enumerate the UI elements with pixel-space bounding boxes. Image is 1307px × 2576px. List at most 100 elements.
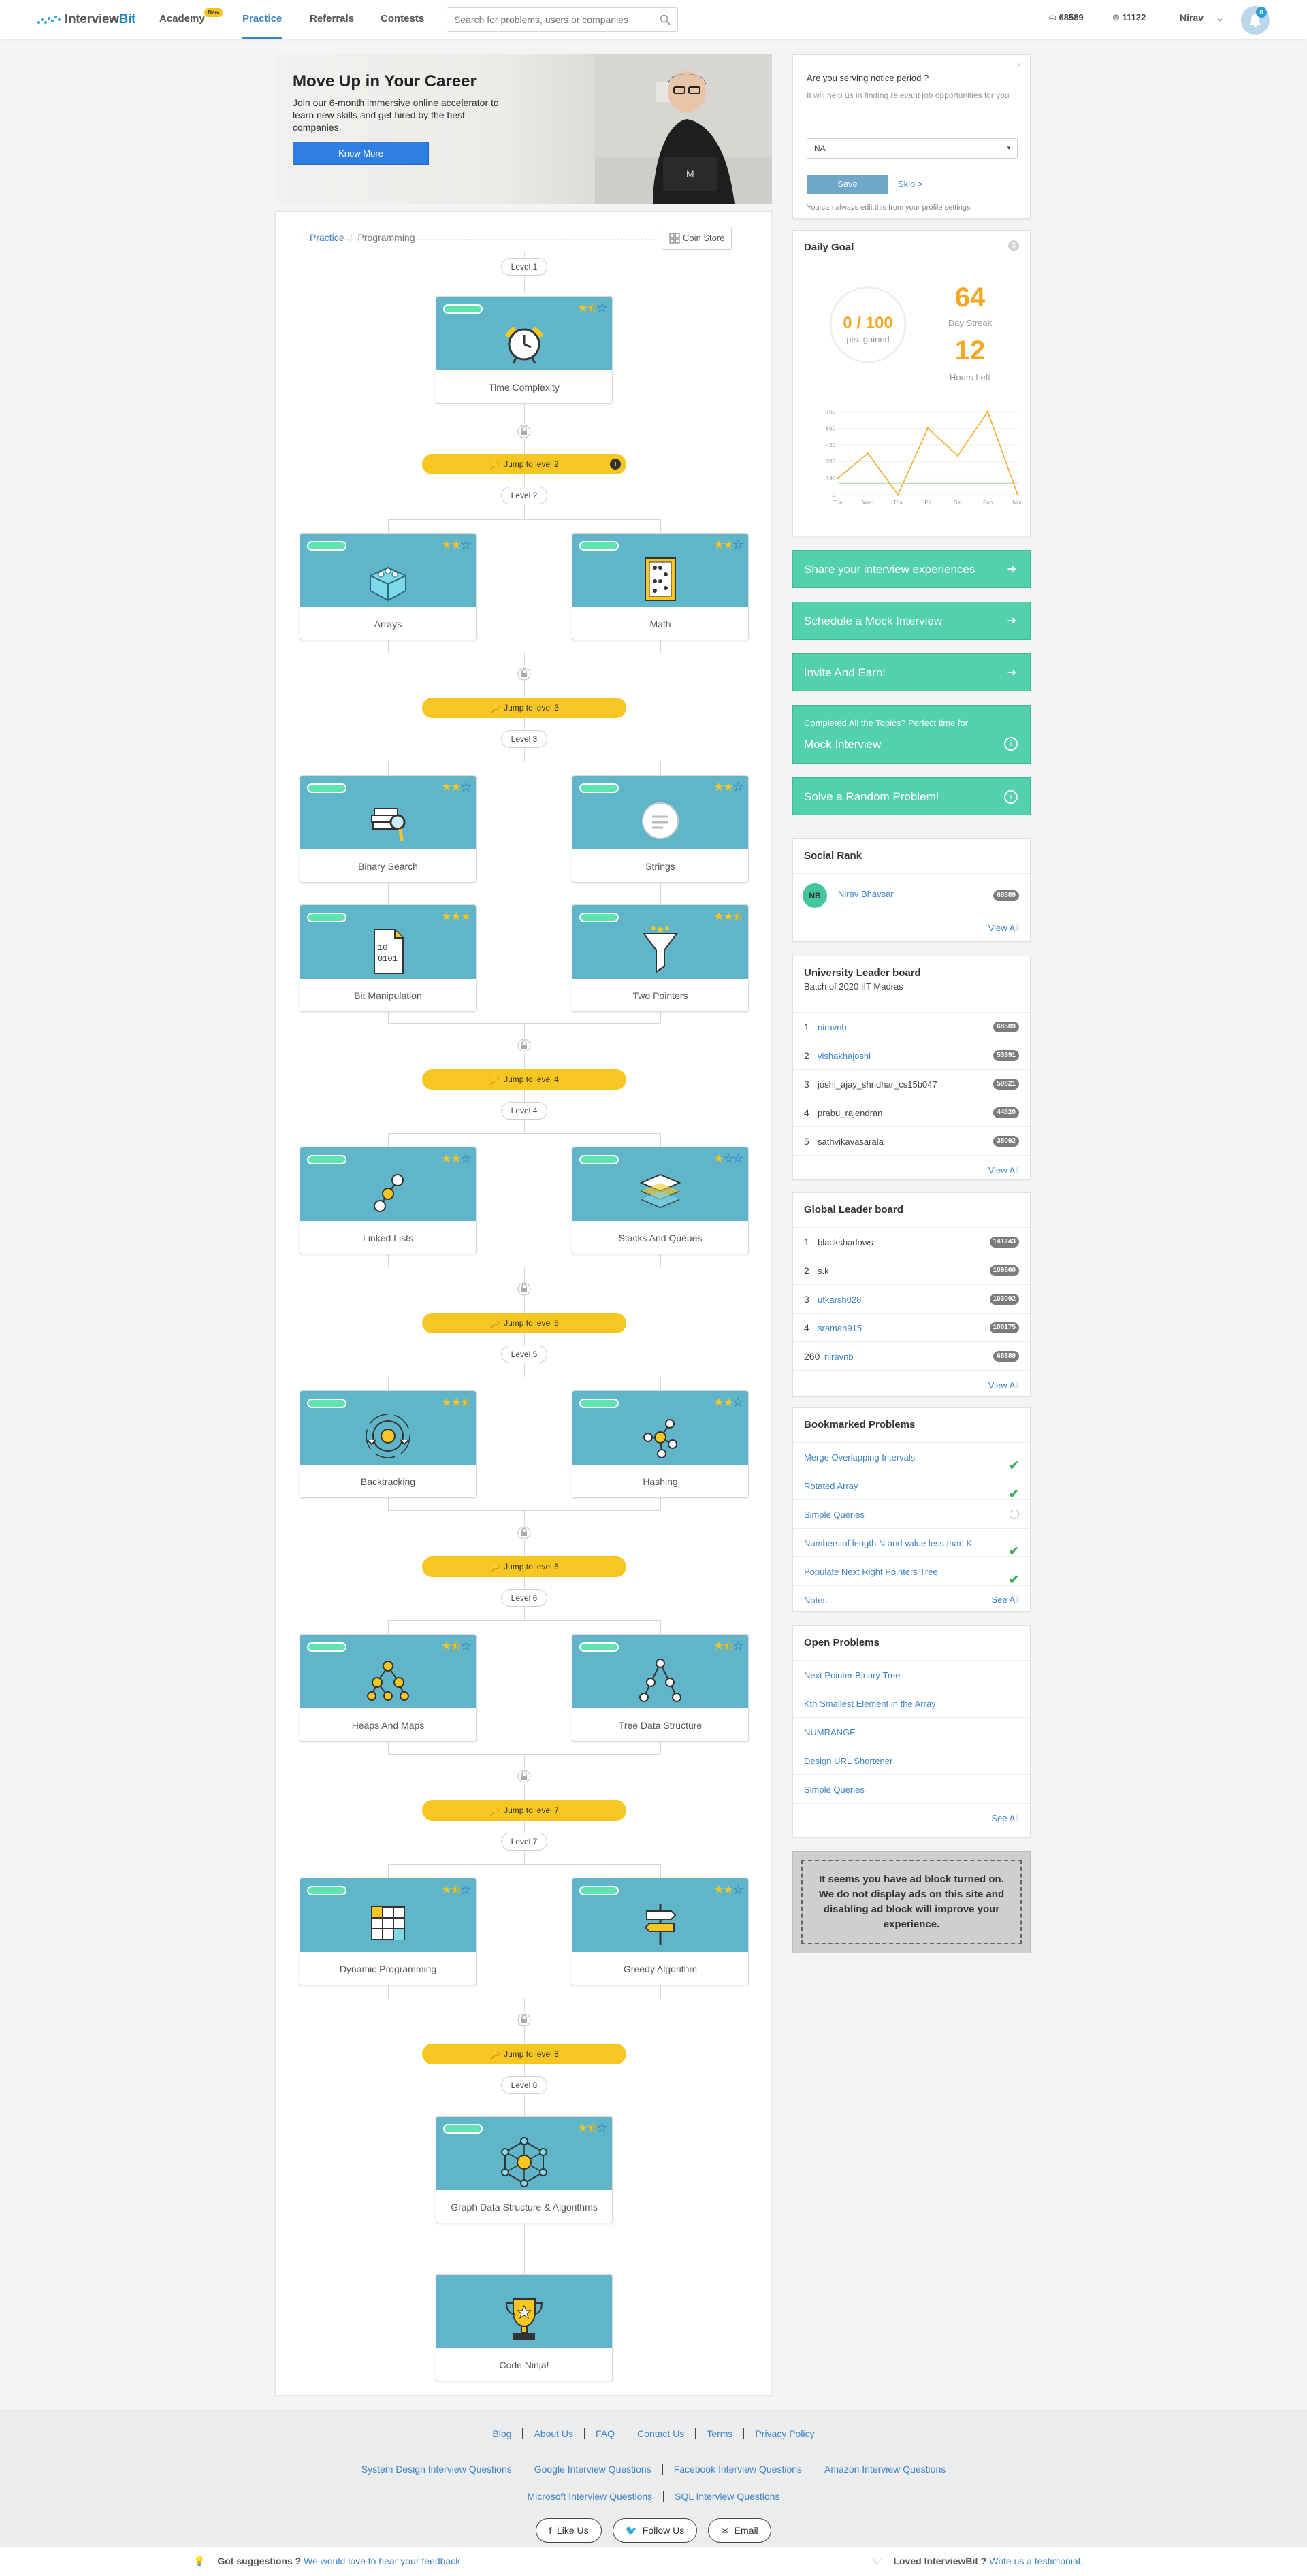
topic-card-dynamic-programming[interactable]: ★★★ Dynamic Programming	[300, 1878, 477, 1985]
topic-card-time-complexity[interactable]: ★★★ Time Complexity	[436, 296, 613, 404]
topic-card-graph-algorithms[interactable]: ★★★ Graph Data Structure & Algorithms	[436, 2116, 613, 2223]
open-problem-link[interactable]: Simple Queries	[804, 1784, 865, 1795]
bookmark-item: Merge Overlapping Intervals ✔	[793, 1442, 1030, 1472]
invite-earn-button[interactable]: Invite And Earn! ➔	[792, 653, 1031, 691]
footer-link[interactable]: Privacy Policy	[744, 2428, 825, 2439]
search-icon[interactable]	[660, 14, 671, 25]
close-icon[interactable]: ×	[1016, 59, 1022, 70]
points-badge: 50821	[993, 1079, 1019, 1090]
jump-to-level-button[interactable]: 🔑 Jump to level 2i	[422, 454, 626, 474]
bookmark-link[interactable]: Populate Next Right Pointers Tree	[804, 1567, 938, 1577]
bookmark-link[interactable]: Rotated Array	[804, 1481, 858, 1491]
settings-icon[interactable]: ⚙	[1008, 240, 1019, 251]
jump-to-level-button[interactable]: 🔑 Jump to level 7	[422, 1800, 626, 1821]
open-problem-link[interactable]: Design URL Shortener	[804, 1756, 892, 1766]
view-all-link[interactable]: View All	[988, 923, 1019, 933]
logo[interactable]: InterviewBit	[37, 12, 135, 27]
share-experience-button[interactable]: Share your interview experiences ➔	[792, 550, 1031, 588]
topic-card-strings[interactable]: ★★★ Strings	[572, 775, 749, 883]
footer-link[interactable]: System Design Interview Questions	[350, 2464, 523, 2475]
new-badge: New	[204, 8, 223, 17]
jump-to-level-button[interactable]: 🔑 Jump to level 5	[422, 1313, 626, 1333]
random-problem-button[interactable]: Solve a Random Problem! i	[792, 777, 1031, 815]
open-problem-link[interactable]: Kth Smallest Element in the Array	[804, 1699, 936, 1709]
save-button[interactable]: Save	[807, 175, 888, 194]
open-problem-item: Next Pointer Binary Tree	[793, 1660, 1030, 1689]
search-input[interactable]	[447, 8, 651, 31]
rank-number: 4	[804, 1322, 809, 1333]
footer-link[interactable]: Google Interview Questions	[523, 2464, 663, 2475]
view-all-link[interactable]: View All	[988, 1380, 1019, 1390]
leaderboard-user[interactable]: utkarsh028	[818, 1294, 861, 1305]
nav-practice[interactable]: Practice	[242, 0, 283, 39]
x-tick-label: Fri	[924, 500, 931, 506]
leaderboard-row: 2 vishakhajoshi 53991	[793, 1041, 1030, 1069]
topic-card-tree-data-structure[interactable]: ★★★ Tree Data Structure	[572, 1634, 749, 1742]
bookmark-link[interactable]: Merge Overlapping Intervals	[804, 1452, 915, 1463]
footer-link[interactable]: Facebook Interview Questions	[662, 2464, 814, 2475]
like-us-button[interactable]: f Like Us	[536, 2518, 602, 2543]
follow-us-button[interactable]: 🐦 Follow Us	[612, 2518, 698, 2543]
arrow-right-icon: ➔	[1007, 615, 1016, 627]
footer-link[interactable]: Blog	[481, 2428, 523, 2439]
topic-card-heaps-and-maps[interactable]: ★★★ Heaps And Maps	[300, 1634, 477, 1742]
points-data-point	[1016, 493, 1019, 496]
streak-label: Day Streak	[948, 318, 993, 328]
footer-link[interactable]: SQL Interview Questions	[664, 2491, 790, 2502]
topic-card-hashing[interactable]: ★★★ Hashing	[572, 1390, 749, 1498]
topic-card-stacks-and-queues[interactable]: ★★★ Stacks And Queues	[572, 1147, 749, 1254]
topic-card-two-pointers[interactable]: ★★★ Two Pointers	[572, 904, 749, 1012]
open-problem-link[interactable]: NUMRANGE	[804, 1727, 856, 1738]
leaderboard-user[interactable]: vishakhajoshi	[818, 1051, 871, 1061]
social-rank-user[interactable]: Nirav Bhavsar	[838, 889, 894, 899]
binary-search-icon	[371, 808, 406, 842]
see-all-link[interactable]: See All	[992, 1813, 1019, 1823]
nav-contests[interactable]: Contests	[381, 0, 424, 39]
view-all-link[interactable]: View All	[988, 1165, 1019, 1175]
feedback-link[interactable]: We would love to hear your feedback.	[304, 2556, 463, 2566]
jump-to-level-button[interactable]: 🔑 Jump to level 3	[422, 698, 626, 718]
notice-select[interactable]: NA ▼	[807, 138, 1018, 159]
topic-card-bit-manipulation[interactable]: ★★★ 10 0101 Bit Manipulation	[300, 904, 477, 1012]
jump-to-level-button[interactable]: 🔑 Jump to level 8	[422, 2044, 626, 2064]
topic-card-backtracking[interactable]: ★★★ Backtracking	[300, 1390, 477, 1498]
skip-link[interactable]: Skip >	[898, 179, 923, 189]
topic-card-binary-search[interactable]: ★★★ Binary Search	[300, 775, 477, 883]
footer-link[interactable]: Contact Us	[626, 2428, 696, 2439]
user-menu[interactable]: Nirav ⌄	[1180, 0, 1224, 39]
bookmark-link[interactable]: Numbers of length N and value less than …	[804, 1538, 972, 1548]
info-icon[interactable]: i	[610, 459, 621, 470]
mock-interview-button[interactable]: Completed All the Topics? Perfect time f…	[792, 705, 1031, 764]
jump-to-level-button[interactable]: 🔑 Jump to level 6	[422, 1556, 626, 1577]
coin-store-button[interactable]: Coin Store	[662, 227, 732, 250]
testimonial-link[interactable]: Write us a testimonial.	[989, 2556, 1082, 2566]
nav-academy[interactable]: Academy New	[159, 0, 223, 39]
nav-referrals[interactable]: Referrals	[310, 0, 354, 39]
leaderboard-user[interactable]: niravnb	[818, 1022, 847, 1032]
footer-link[interactable]: FAQ	[585, 2428, 627, 2439]
bookmark-link[interactable]: Simple Queries	[804, 1510, 865, 1520]
topic-card-code-ninja[interactable]: Code Ninja!	[436, 2274, 613, 2381]
footer-link[interactable]: About Us	[523, 2428, 585, 2439]
topic-card-math[interactable]: ★★★ Math	[572, 533, 749, 640]
topic-card-arrays[interactable]: ★★★ Arrays	[300, 533, 477, 640]
footer-link[interactable]: Terms	[696, 2428, 745, 2439]
footer-social: f Like Us 🐦 Follow Us ✉ Email	[0, 2518, 1307, 2543]
leaderboard-user[interactable]: niravnb	[824, 1352, 854, 1362]
breadcrumb-practice[interactable]: Practice	[310, 232, 344, 243]
rank-number: 5	[804, 1136, 809, 1147]
leaderboard-row: 3 utkarsh028 103092	[793, 1284, 1030, 1313]
schedule-mock-button[interactable]: Schedule a Mock Interview ➔	[792, 602, 1031, 640]
see-all-link[interactable]: See All	[992, 1586, 1019, 1614]
topic-card-greedy-algorithm[interactable]: ★★★ Greedy Algorithm	[572, 1878, 749, 1985]
notes-link[interactable]: Notes	[804, 1595, 827, 1605]
leaderboard-user[interactable]: sraman915	[818, 1323, 862, 1333]
know-more-button[interactable]: Know More	[293, 142, 429, 165]
email-button[interactable]: ✉ Email	[708, 2518, 771, 2543]
footer-link[interactable]: Amazon Interview Questions	[813, 2464, 956, 2475]
footer-link[interactable]: Microsoft Interview Questions	[516, 2491, 664, 2502]
open-problem-link[interactable]: Next Pointer Binary Tree	[804, 1670, 901, 1680]
topic-card-linked-lists[interactable]: ★★★ Linked Lists	[300, 1147, 477, 1254]
bookmark-item: Populate Next Right Pointers Tree ✔	[793, 1556, 1030, 1586]
jump-to-level-button[interactable]: 🔑 Jump to level 4	[422, 1069, 626, 1090]
